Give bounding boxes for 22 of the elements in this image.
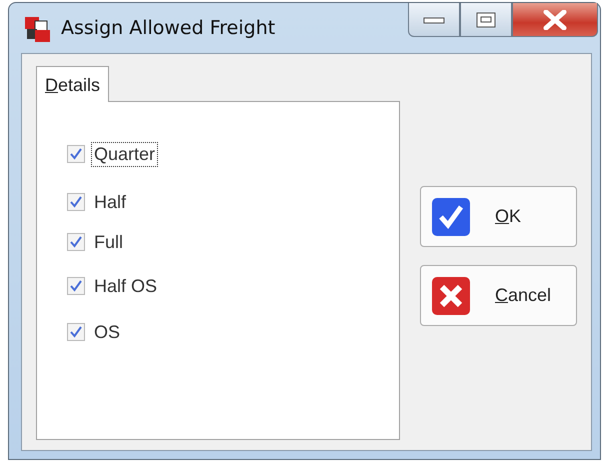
checkbox[interactable]: [67, 193, 85, 211]
close-icon: [543, 10, 567, 30]
checkmark-icon: [431, 196, 471, 236]
checkbox-label[interactable]: Half: [91, 190, 130, 214]
checkbox-label[interactable]: Quarter: [91, 142, 158, 166]
minimize-button[interactable]: [408, 3, 460, 37]
checkbox-label[interactable]: Half OS: [91, 274, 160, 298]
checkbox[interactable]: [67, 145, 85, 163]
checkbox[interactable]: [67, 323, 85, 341]
ok-button[interactable]: OK: [420, 186, 577, 247]
maximize-button[interactable]: [460, 3, 512, 37]
minimize-icon: [423, 14, 445, 24]
checkbox[interactable]: [67, 233, 85, 251]
maximize-icon: [476, 12, 496, 28]
cross-icon: [431, 276, 471, 316]
checkbox-label[interactable]: OS: [91, 320, 124, 344]
close-button[interactable]: [512, 3, 598, 37]
details-tab[interactable]: Details: [36, 66, 110, 102]
cancel-button[interactable]: Cancel: [420, 265, 577, 326]
checkbox[interactable]: [67, 277, 85, 295]
checkbox-label[interactable]: Full: [91, 230, 126, 254]
window-title: Assign Allowed Freight: [61, 17, 276, 39]
